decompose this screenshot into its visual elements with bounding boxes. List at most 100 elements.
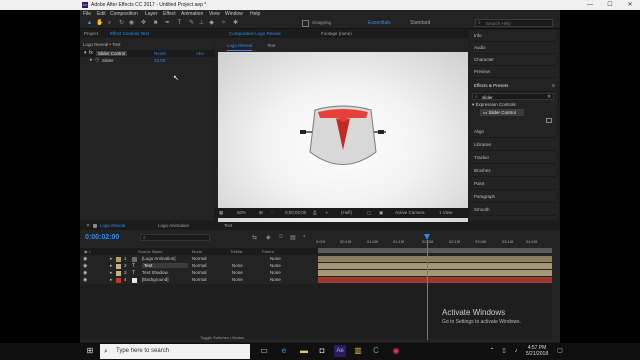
expand-arrow-icon[interactable]: ▸ xyxy=(110,277,113,283)
rotate-tool-icon[interactable]: ↻ xyxy=(118,20,125,27)
mask-icon[interactable]: ◌ xyxy=(271,208,274,218)
effect-result-slider-control[interactable]: ▭ Slider Control xyxy=(480,109,524,116)
help-search-input[interactable]: Search Help xyxy=(486,21,511,26)
layer-duration-bar[interactable] xyxy=(318,277,552,283)
brush-tool-icon[interactable]: ✎ xyxy=(188,20,195,27)
help-search-box[interactable]: ⌕ Search Help xyxy=(475,19,553,27)
label-color-swatch[interactable] xyxy=(116,257,121,262)
close-tab-icon[interactable]: ✕ xyxy=(86,222,90,230)
expand-arrow-icon[interactable]: ▸ xyxy=(90,57,93,63)
people-icon[interactable]: ⌃ xyxy=(486,345,498,357)
layer-name[interactable]: Text Shadow xyxy=(142,270,168,275)
layer-mode[interactable]: Normal xyxy=(192,256,207,261)
minimize-button[interactable]: — xyxy=(580,0,600,10)
layer-duration-bar[interactable] xyxy=(318,263,552,269)
maximize-button[interactable]: ☐ xyxy=(600,0,620,10)
menu-animation[interactable]: Animation xyxy=(181,11,203,17)
expand-arrow-icon[interactable]: ▾ xyxy=(84,50,87,56)
taskbar-clock[interactable]: 4:57 PM 5/21/2018 xyxy=(522,345,552,357)
panel-libraries[interactable]: Libraries xyxy=(470,139,556,151)
toggle-switches-modes[interactable]: Toggle Switches / Modes xyxy=(200,335,244,340)
work-area-bar[interactable] xyxy=(318,248,552,253)
reset-link[interactable]: Reset xyxy=(154,51,166,56)
label-color-swatch[interactable] xyxy=(116,278,121,283)
app-icon-green[interactable]: C xyxy=(370,345,382,357)
menu-view[interactable]: View xyxy=(209,11,220,17)
menu-help[interactable]: Help xyxy=(250,11,260,17)
panel-align[interactable]: Align xyxy=(470,126,556,138)
camera-dropdown[interactable]: Active Camera xyxy=(395,208,425,218)
comp-timecode[interactable]: 0;00;02;00 xyxy=(285,208,306,218)
workspace-essentials[interactable]: Essentials xyxy=(368,20,391,26)
panel-character[interactable]: Character xyxy=(470,54,556,66)
col-trkmat[interactable]: TrkMat xyxy=(230,248,242,255)
visibility-eye-icon[interactable]: ◉ xyxy=(83,256,87,262)
puppet-tool-icon[interactable]: ✱ xyxy=(232,20,239,27)
tab-logo-reveal[interactable]: Logo Reveal xyxy=(100,222,125,230)
region-icon[interactable]: ▢ xyxy=(367,208,371,218)
panel-menu-icon[interactable]: ≡ xyxy=(552,83,555,89)
panel-brushes[interactable]: Brushes xyxy=(470,165,556,177)
tab-text[interactable]: Text xyxy=(224,222,232,230)
volume-icon[interactable]: ♪ xyxy=(510,345,522,357)
taskbar-search-box[interactable]: ⌕ Type here to search xyxy=(100,344,250,359)
taskbar-search-input[interactable]: Type here to search xyxy=(116,348,169,354)
expand-arrow-icon[interactable]: ▸ xyxy=(110,263,113,269)
effects-search-box[interactable]: ⌕ slider ✕ xyxy=(472,93,554,100)
panel-smooth[interactable]: Smooth xyxy=(470,204,556,216)
windows-start-icon[interactable]: ⊞ xyxy=(84,345,96,357)
explorer-icon[interactable]: ▥ xyxy=(352,345,364,357)
layer-parent[interactable]: None xyxy=(270,277,281,282)
chrome-icon[interactable]: ◉ xyxy=(390,345,402,357)
after-effects-icon[interactable]: Ae xyxy=(334,345,346,357)
resolution-dropdown[interactable]: (Half) xyxy=(341,208,352,218)
comp-mini-flowchart-icon[interactable]: ⇆ xyxy=(252,234,257,241)
layer-row[interactable]: ◉ ▸ 3 T Text Shadow Normal None None xyxy=(80,270,318,277)
panel-paint[interactable]: Paint xyxy=(470,178,556,190)
tab-project[interactable]: Project xyxy=(84,30,98,38)
draft-3d-icon[interactable]: ◈ xyxy=(266,234,271,241)
fx-icon[interactable]: fx xyxy=(89,50,93,56)
menu-effect[interactable]: Effect xyxy=(163,11,176,17)
task-view-icon[interactable]: ▭ xyxy=(258,345,270,357)
time-ruler[interactable]: 0:00f 00:15f 01:00f 01:15f 02:00f 02:15f… xyxy=(316,234,558,247)
tab-footage[interactable]: Footage (none) xyxy=(321,30,352,38)
layer-mode[interactable]: Normal xyxy=(192,263,207,268)
clear-search-icon[interactable]: ✕ xyxy=(547,94,551,100)
tab-effect-controls[interactable]: Effect Controls Text xyxy=(110,30,149,38)
layer-name[interactable]: [Logo Animation] xyxy=(142,256,176,261)
shy-icon[interactable]: ☺ xyxy=(278,234,284,240)
expand-arrow-icon[interactable]: ▸ xyxy=(110,270,113,276)
camera-tool-icon[interactable]: ◉ xyxy=(128,20,135,27)
panel-info[interactable]: Info xyxy=(470,30,556,42)
rectangle-tool-icon[interactable]: ■ xyxy=(152,20,159,27)
panel-effects-presets[interactable]: Effects & Presets xyxy=(470,80,556,92)
tab-composition[interactable]: Composition Logo Reveal xyxy=(229,30,281,38)
stopwatch-icon[interactable]: ◷ xyxy=(95,57,99,63)
zoom-dropdown[interactable]: 50% xyxy=(237,208,246,218)
layer-trkmat[interactable]: None xyxy=(232,277,243,282)
layer-duration-bar[interactable] xyxy=(318,270,552,276)
transparency-icon[interactable]: ▣ xyxy=(379,208,383,218)
hand-tool-icon[interactable]: ✋ xyxy=(96,20,103,27)
selection-tool-icon[interactable]: ▲ xyxy=(86,20,93,27)
close-button[interactable]: ✕ xyxy=(620,0,640,10)
zoom-tool-icon[interactable]: ⌕ xyxy=(106,20,113,27)
layer-mode[interactable]: Normal xyxy=(192,270,207,275)
effect-row[interactable]: ▾ fx Slider Control Reset Abo xyxy=(80,50,214,57)
visibility-eye-icon[interactable]: ◉ xyxy=(83,270,87,276)
clone-tool-icon[interactable]: ⊥ xyxy=(198,20,205,27)
grid-icon[interactable]: ▦ xyxy=(219,208,223,218)
layer-parent[interactable]: None xyxy=(270,256,281,261)
pan-behind-tool-icon[interactable]: ✥ xyxy=(140,20,147,27)
roto-tool-icon[interactable]: ✧ xyxy=(220,20,227,27)
current-time[interactable]: 0:00:02:00 xyxy=(85,234,119,241)
layer-search-box[interactable]: ⌕ xyxy=(140,234,210,241)
layer-row[interactable]: ◉ ▸ 1 [Logo Animation] Normal None xyxy=(80,256,318,263)
about-link[interactable]: Abo xyxy=(196,51,204,56)
text-tool-icon[interactable]: T xyxy=(176,20,183,27)
expand-arrow-icon[interactable]: ▸ xyxy=(110,256,113,262)
col-parent[interactable]: Parent xyxy=(262,248,274,255)
tab-logo-animation[interactable]: Logo Animation xyxy=(158,222,189,230)
label-color-swatch[interactable] xyxy=(116,264,121,269)
